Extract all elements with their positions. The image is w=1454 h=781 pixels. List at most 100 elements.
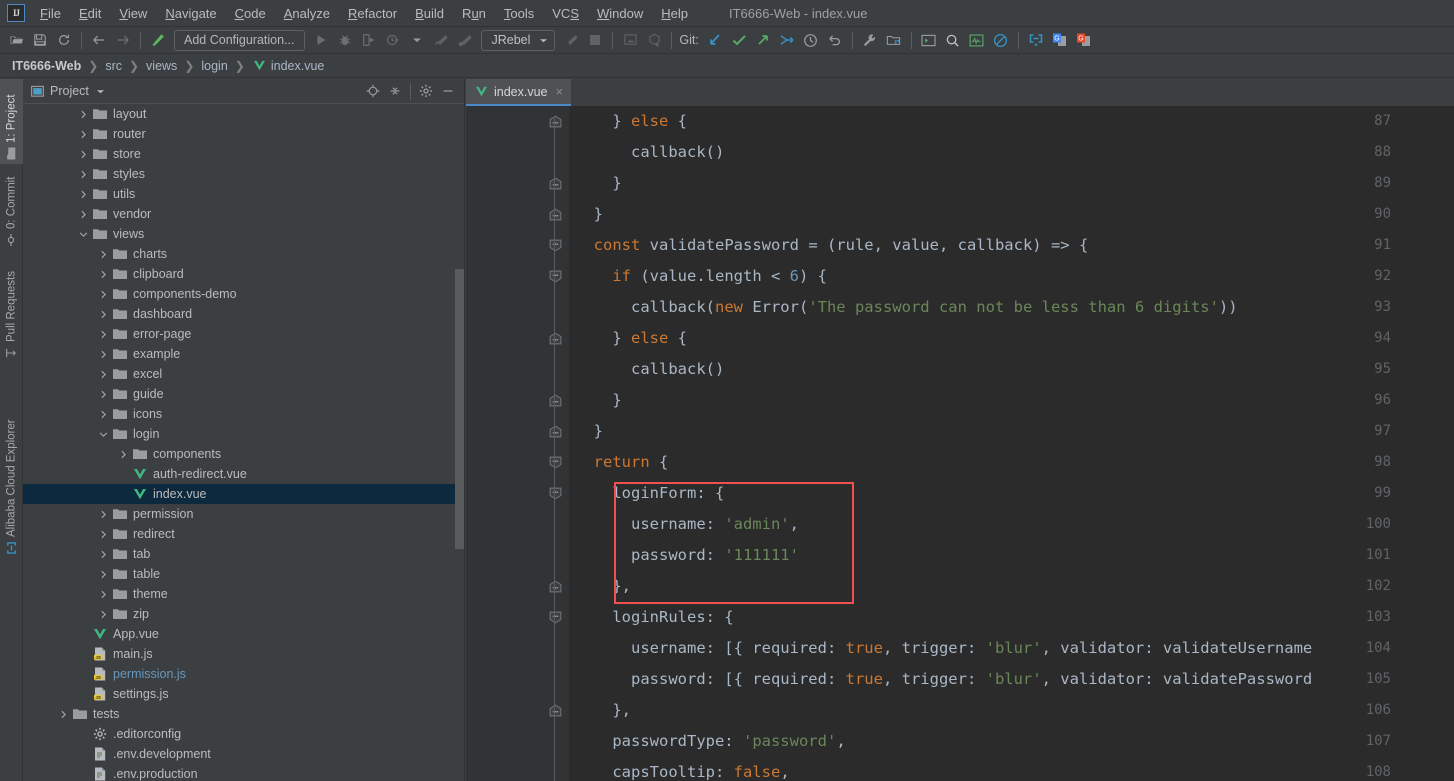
settings-wrench-icon[interactable]	[858, 29, 882, 51]
menu-item-refactor[interactable]: Refactor	[339, 3, 406, 24]
tree-item-main-js[interactable]: JS main.js	[23, 644, 464, 664]
tree-item-redirect[interactable]: redirect	[23, 524, 464, 544]
tree-item-layout[interactable]: layout	[23, 104, 464, 124]
fold-start-icon[interactable]	[548, 456, 562, 469]
tree-item-tab[interactable]: tab	[23, 544, 464, 564]
sync-icon[interactable]	[52, 29, 76, 51]
fold-end-icon[interactable]	[548, 332, 562, 345]
tree-item-table[interactable]: table	[23, 564, 464, 584]
tree-item-permission-js[interactable]: JS permission.js	[23, 664, 464, 684]
chevron-right-icon[interactable]	[98, 309, 109, 320]
git-merge-icon[interactable]	[775, 29, 799, 51]
jrebel-selector[interactable]: JRebel	[480, 29, 556, 51]
chevron-right-icon[interactable]	[98, 409, 109, 420]
fold-end-icon[interactable]	[548, 580, 562, 593]
tree-item-login[interactable]: login	[23, 424, 464, 444]
menu-item-code[interactable]: Code	[226, 3, 275, 24]
code-view[interactable]: 87 88 89 90 91 92 93 94 95 96 97 98 99 100 101 102 103 10…	[466, 106, 1454, 781]
git-commit-icon[interactable]	[727, 29, 751, 51]
no-entry-icon[interactable]	[989, 29, 1013, 51]
menu-item-help[interactable]: Help	[652, 3, 697, 24]
chevron-right-icon[interactable]	[98, 289, 109, 300]
editor-tab-index-vue[interactable]: index.vue ×	[466, 79, 572, 106]
menu-item-tools[interactable]: Tools	[495, 3, 543, 24]
tree-item-views[interactable]: views	[23, 224, 464, 244]
tree-item-env-production[interactable]: .env.production	[23, 764, 464, 781]
menu-item-window[interactable]: Window	[588, 3, 652, 24]
chevron-down-icon[interactable]	[98, 429, 109, 440]
tree-item-store[interactable]: store	[23, 144, 464, 164]
tree-item-tests[interactable]: tests	[23, 704, 464, 724]
menu-item-run[interactable]: Run	[453, 3, 495, 24]
tree-item-styles[interactable]: styles	[23, 164, 464, 184]
breadcrumb-item-views[interactable]: views	[146, 59, 177, 73]
menu-item-edit[interactable]: Edit	[70, 3, 110, 24]
tree-item-error-page[interactable]: error-page	[23, 324, 464, 344]
debug-icon[interactable]	[333, 29, 357, 51]
google-doc-red-icon[interactable]: G	[1072, 29, 1096, 51]
profiler-icon[interactable]	[381, 29, 405, 51]
chevron-right-icon[interactable]	[78, 129, 89, 140]
chevron-right-icon[interactable]	[98, 609, 109, 620]
chevron-right-icon[interactable]	[98, 549, 109, 560]
tree-item-zip[interactable]: zip	[23, 604, 464, 624]
fold-start-icon[interactable]	[548, 270, 562, 283]
gear-icon[interactable]	[416, 81, 436, 101]
jrebel-stop-icon[interactable]	[559, 29, 583, 51]
fold-end-icon[interactable]	[548, 177, 562, 190]
fold-start-icon[interactable]	[548, 611, 562, 624]
chevron-down-icon[interactable]	[96, 88, 105, 95]
menu-item-view[interactable]: View	[110, 3, 156, 24]
chevron-right-icon[interactable]	[98, 349, 109, 360]
breadcrumb-item-file[interactable]: index.vue	[271, 59, 325, 73]
git-update-icon[interactable]	[703, 29, 727, 51]
link-icon[interactable]	[1024, 29, 1048, 51]
tree-scrollbar-thumb[interactable]	[455, 269, 464, 549]
git-rollback-icon[interactable]	[823, 29, 847, 51]
breadcrumb-item-src[interactable]: src	[105, 59, 122, 73]
tree-item-permission[interactable]: permission	[23, 504, 464, 524]
fold-end-icon[interactable]	[548, 208, 562, 221]
tree-item-theme[interactable]: theme	[23, 584, 464, 604]
save-all-icon[interactable]	[28, 29, 52, 51]
chevron-down-icon[interactable]	[78, 229, 89, 240]
device-manager-icon[interactable]	[618, 29, 642, 51]
fold-start-icon[interactable]	[548, 239, 562, 252]
chevron-right-icon[interactable]	[98, 389, 109, 400]
terminal-icon[interactable]	[917, 29, 941, 51]
chevron-right-icon[interactable]	[78, 189, 89, 200]
chevron-right-icon[interactable]	[78, 109, 89, 120]
menu-item-build[interactable]: Build	[406, 3, 453, 24]
tree-item-router[interactable]: router	[23, 124, 464, 144]
sidebar-item-project[interactable]: 1: Project	[0, 79, 23, 164]
chevron-right-icon[interactable]	[98, 589, 109, 600]
fold-end-icon[interactable]	[548, 704, 562, 717]
chevron-right-icon[interactable]	[118, 449, 129, 460]
tree-item-env-development[interactable]: .env.development	[23, 744, 464, 764]
chevron-right-icon[interactable]	[78, 149, 89, 160]
tree-item-charts[interactable]: charts	[23, 244, 464, 264]
tree-item-index-vue[interactable]: index.vue	[23, 484, 464, 504]
breadcrumb-item-project[interactable]: IT6666-Web	[12, 59, 81, 73]
tree-item-guide[interactable]: guide	[23, 384, 464, 404]
search-everywhere-icon[interactable]	[941, 29, 965, 51]
menu-item-navigate[interactable]: Navigate	[156, 3, 225, 24]
chevron-right-icon[interactable]	[78, 209, 89, 220]
jrebel-debug-icon[interactable]	[453, 29, 477, 51]
close-icon[interactable]: ×	[556, 84, 564, 99]
project-structure-icon[interactable]	[882, 29, 906, 51]
jrebel-run-icon[interactable]	[429, 29, 453, 51]
menu-item-file[interactable]: File	[31, 3, 70, 24]
project-file-tree[interactable]: layout router store styles utils vendor views c…	[23, 104, 464, 781]
minimize-icon[interactable]	[438, 81, 458, 101]
forward-arrow-icon[interactable]	[111, 29, 135, 51]
chevron-right-icon[interactable]	[98, 369, 109, 380]
tree-item-editorconfig[interactable]: .editorconfig	[23, 724, 464, 744]
chevron-right-icon[interactable]	[98, 529, 109, 540]
chevron-right-icon[interactable]	[78, 169, 89, 180]
menu-item-vcs[interactable]: VCS	[543, 3, 588, 24]
stop-icon[interactable]	[583, 29, 607, 51]
menu-item-analyze[interactable]: Analyze	[275, 3, 339, 24]
tree-item-utils[interactable]: utils	[23, 184, 464, 204]
chevron-right-icon[interactable]	[98, 329, 109, 340]
